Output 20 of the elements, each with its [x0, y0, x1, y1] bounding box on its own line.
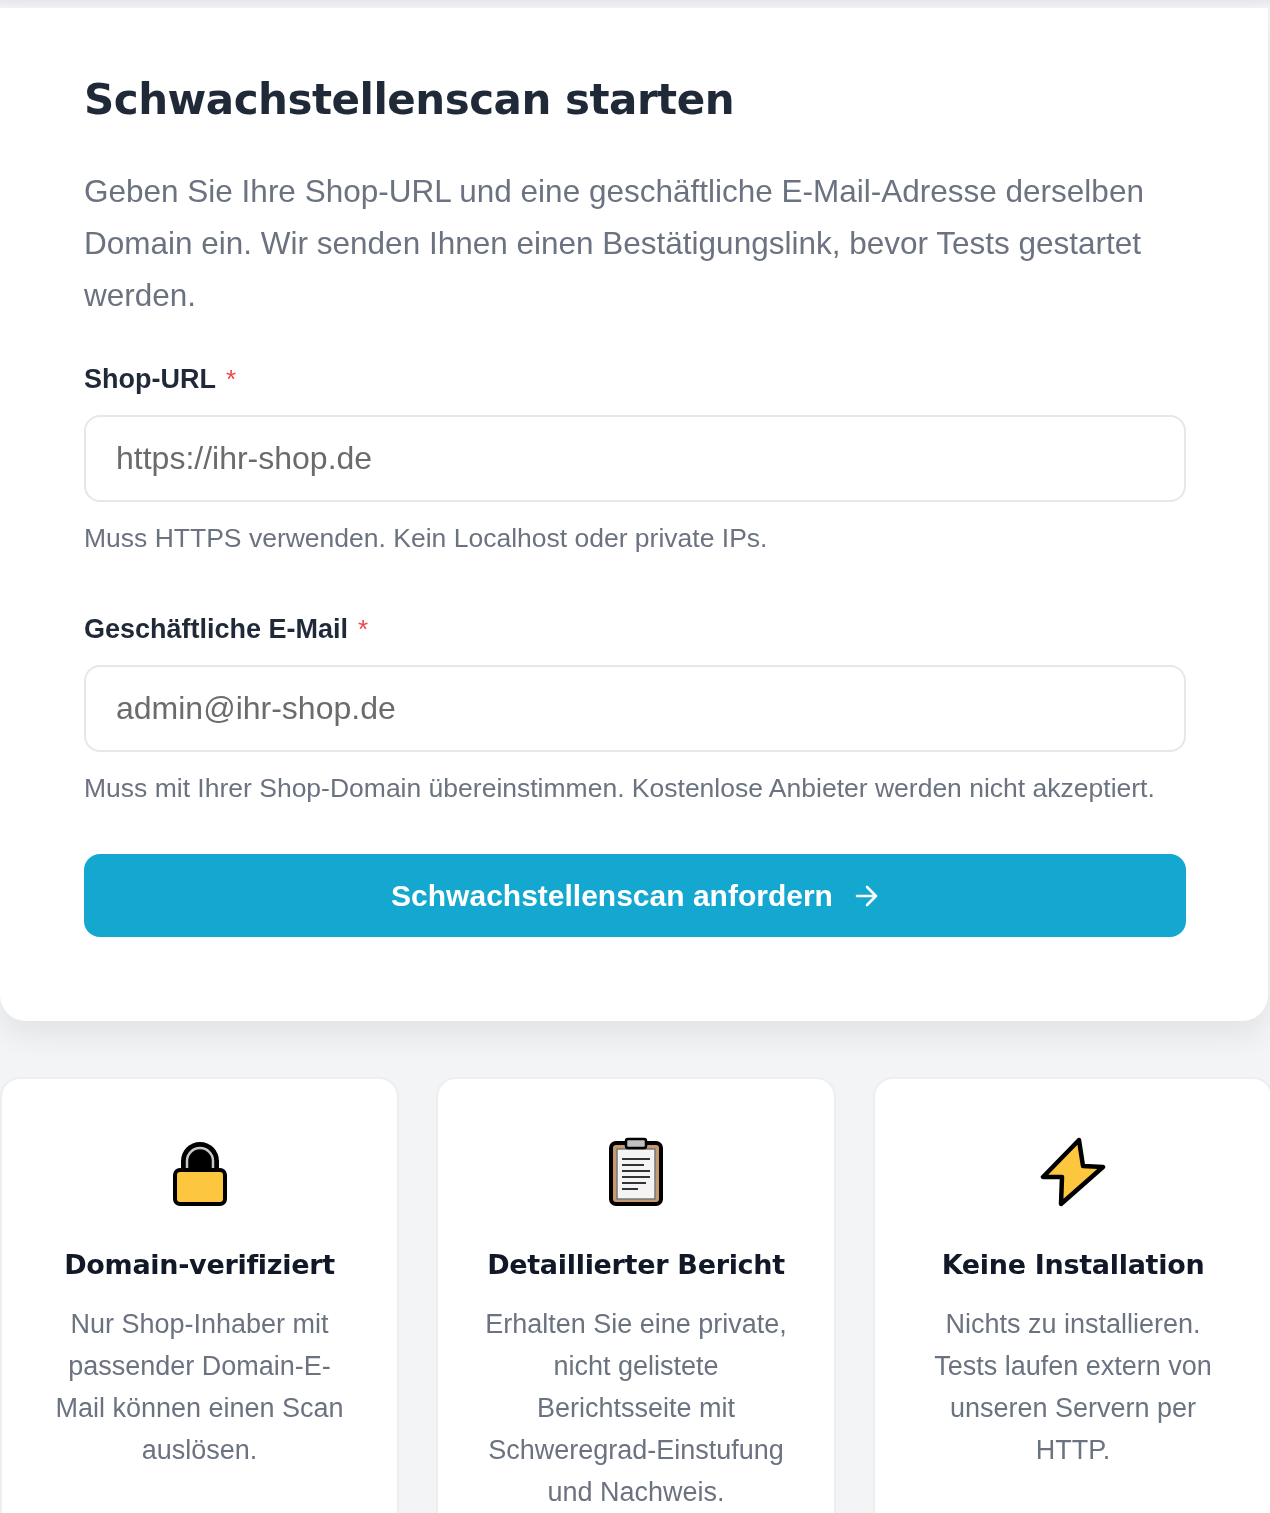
- required-marker: *: [358, 613, 369, 646]
- field-label: Shop-URL: [84, 363, 216, 396]
- clipboard-icon: [608, 1137, 664, 1207]
- field-label: Geschäftliche E-Mail: [84, 613, 349, 646]
- hint-text: Muss HTTPS verwenden. Kein Localhost oder private IPs.: [84, 522, 769, 554]
- lightning-icon: [1040, 1137, 1106, 1207]
- submit-button[interactable]: Schwachstellenscan anfordern: [84, 854, 1186, 937]
- input-field[interactable]: admin@ihr-shop.de: [84, 665, 1186, 752]
- feature-text: Erhalten Sie eine private, nicht gelistete Berichtsseite mit Schweregrad-Einstufung und Nachweis.: [484, 1308, 788, 1509]
- feature-title: Detaillierter Bericht: [487, 1248, 785, 1282]
- required-marker: *: [225, 363, 237, 396]
- page-title: Schwachstellenscan starten: [84, 74, 736, 126]
- feature-text: Nichts zu installieren. Tests laufen extern von unseren Servern per HTTP.: [933, 1308, 1213, 1467]
- intro-text: Geben Sie Ihre Shop-URL und eine geschäftliche E-Mail-Adresse derselben Domain ein. Wir senden Ihnen einen Bestätigungslink, bevor Tests gestartet werden.: [84, 172, 1145, 315]
- hint-text: Muss mit Ihrer Shop-Domain übereinstimmen. Kostenlose Anbieter werden nicht akzeptiert.: [84, 772, 1156, 804]
- feature-title: Domain-verifiziert: [64, 1248, 335, 1282]
- feature-text: Nur Shop-Inhaber mit passender Domain-E-Mail können einen Scan auslösen.: [54, 1308, 345, 1467]
- arrow-right-icon: [854, 884, 879, 907]
- input-field[interactable]: https://ihr-shop.de: [84, 415, 1186, 502]
- feature-title: Keine Installation: [941, 1248, 1205, 1282]
